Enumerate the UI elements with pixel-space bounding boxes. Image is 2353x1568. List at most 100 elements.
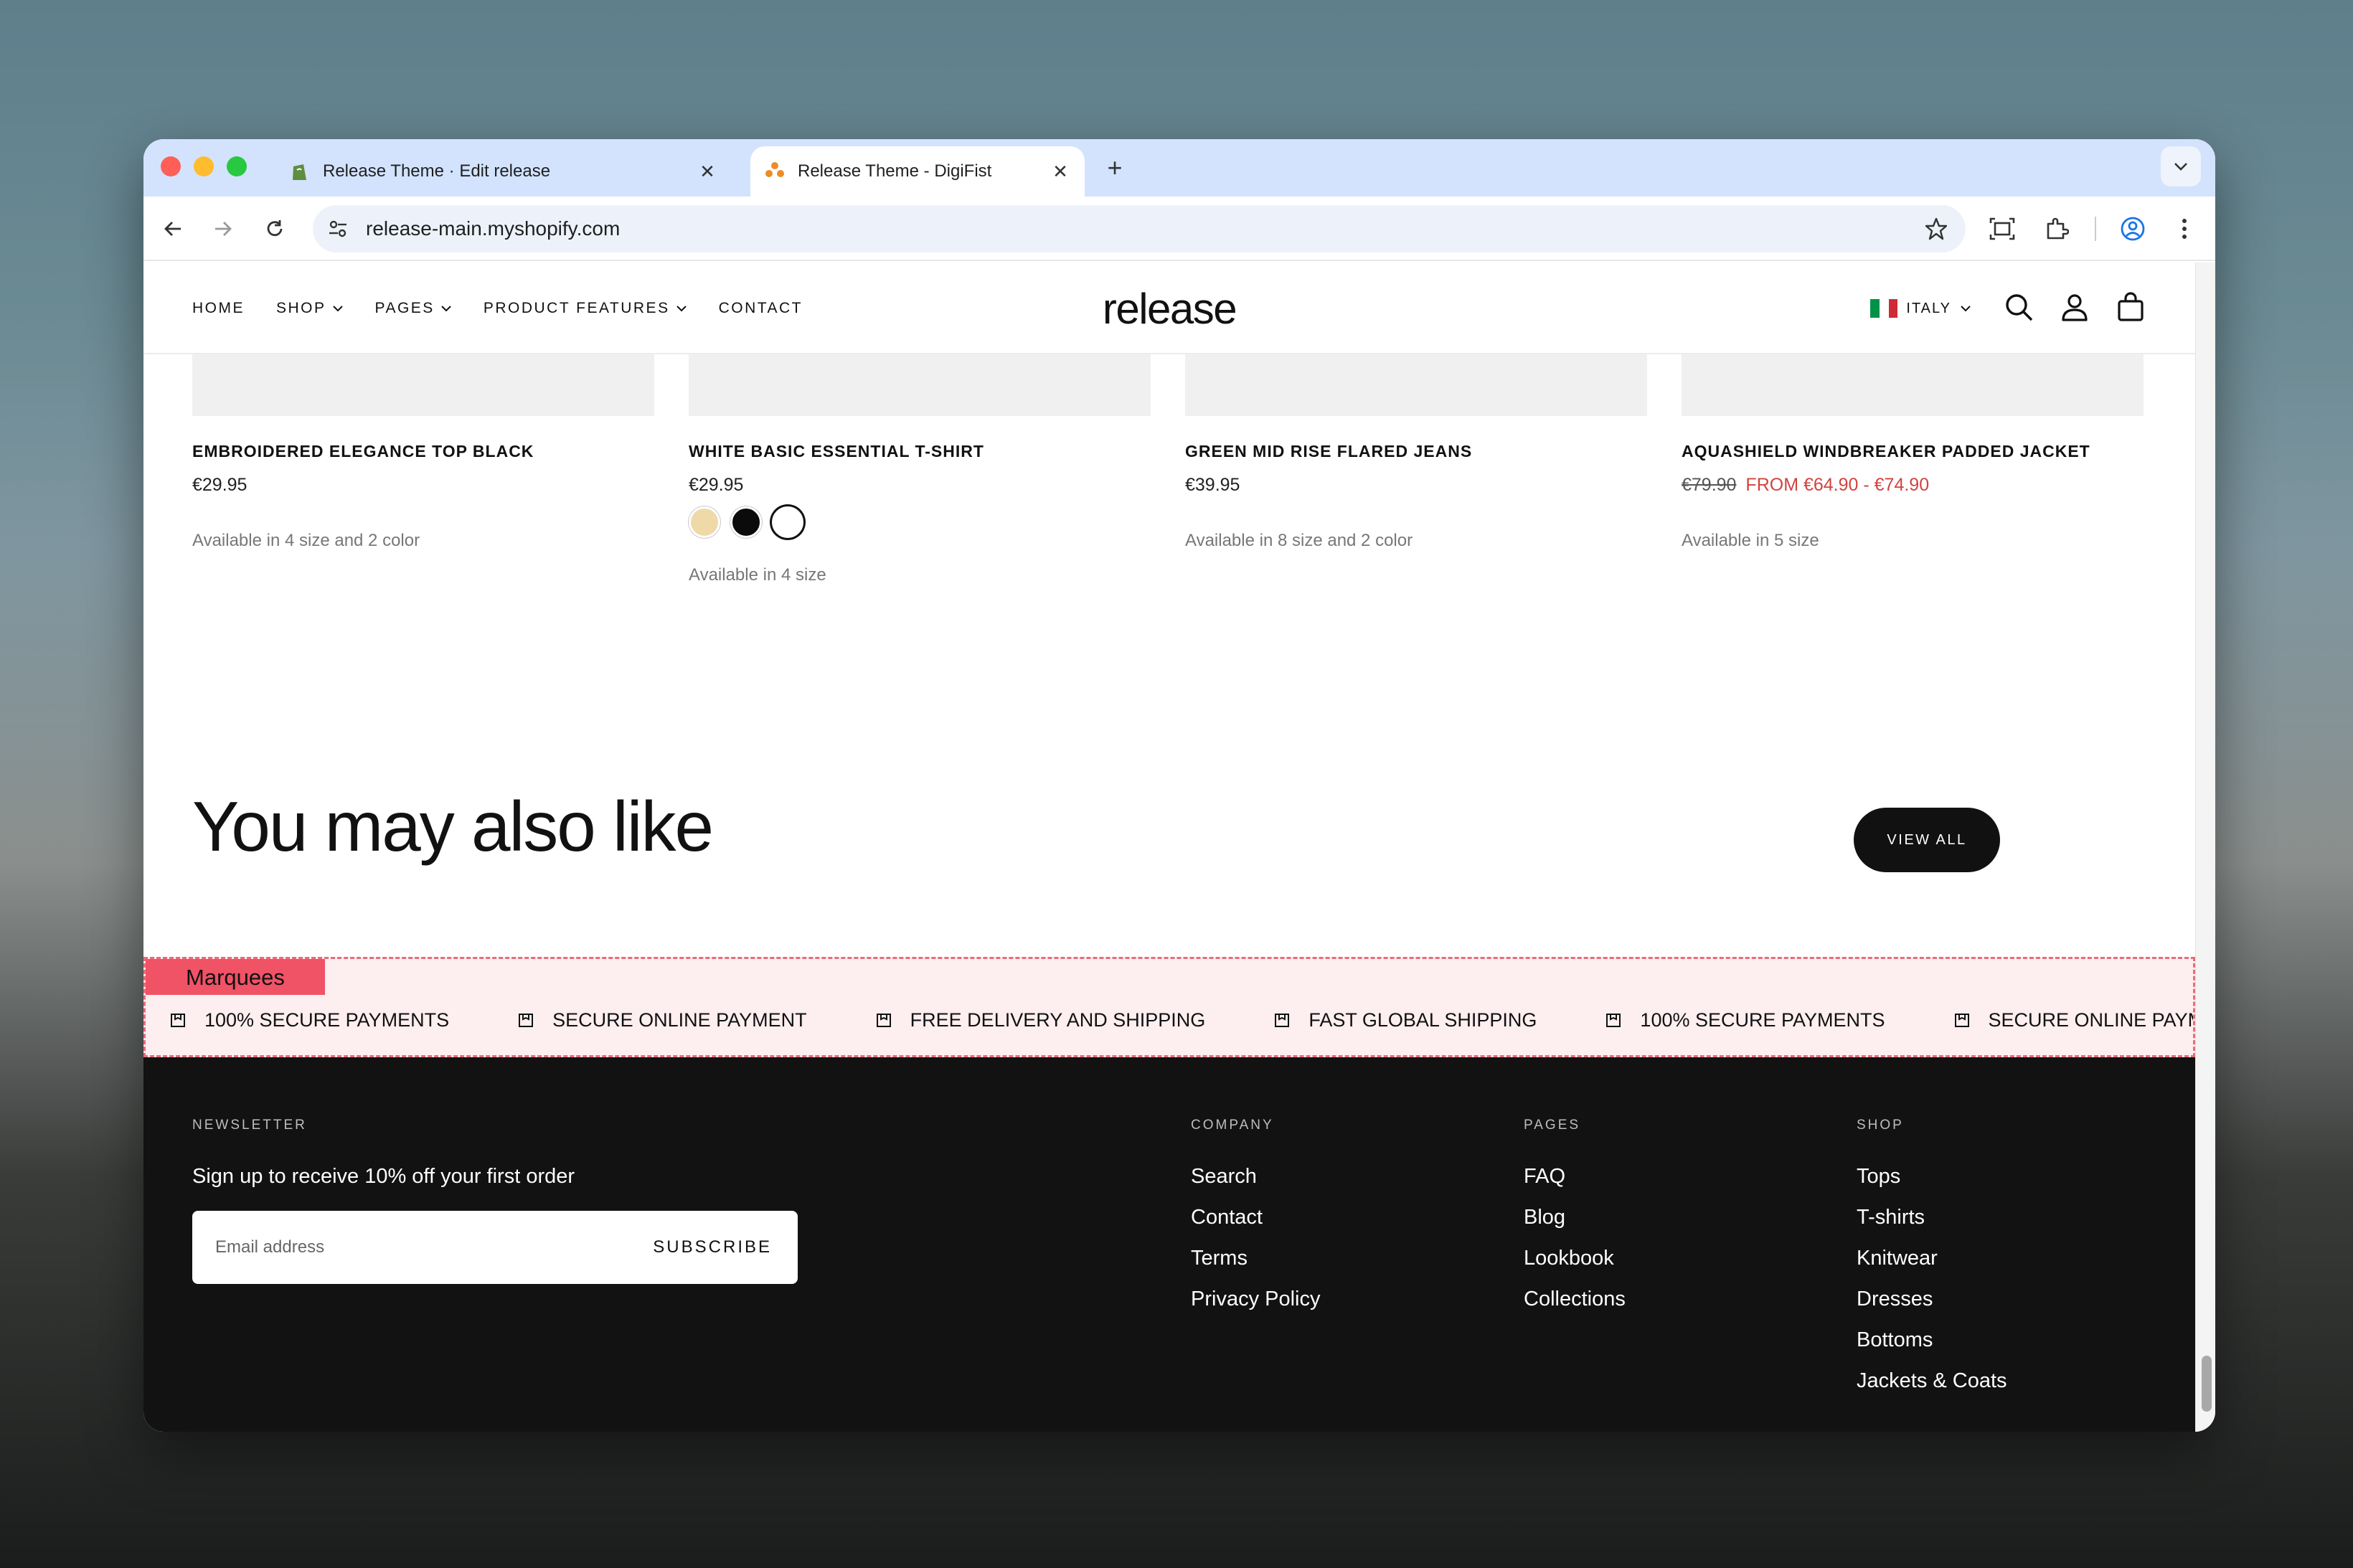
marquee-track: 100% SECURE PAYMENTS SECURE ONLINE PAYME… [170, 1002, 2193, 1038]
close-tab-icon[interactable]: ✕ [1046, 161, 1075, 183]
browser-menu-button[interactable] [2168, 212, 2201, 245]
footer-link[interactable]: T-shirts [1857, 1203, 2007, 1244]
chevron-down-icon [676, 306, 687, 312]
extensions-button[interactable] [2040, 212, 2073, 245]
product-name[interactable]: GREEN MID RISE FLARED JEANS [1185, 442, 1472, 461]
nav-shop[interactable]: SHOP [276, 300, 344, 317]
footer-link[interactable]: Collections [1524, 1285, 1626, 1326]
footer-link[interactable]: Search [1191, 1162, 1321, 1203]
new-tab-button[interactable]: + [1099, 152, 1131, 184]
box-icon [171, 1014, 185, 1027]
zoom-window-button[interactable] [227, 156, 247, 176]
footer-link[interactable]: FAQ [1524, 1162, 1626, 1203]
marquee-item: FREE DELIVERY AND SHIPPING [876, 1009, 1206, 1031]
marquee-text: FREE DELIVERY AND SHIPPING [910, 1009, 1206, 1031]
nav-label: SHOP [276, 300, 326, 316]
marquee-text: SECURE ONLINE PAYMENT [552, 1009, 807, 1031]
country-selector[interactable]: ITALY [1870, 299, 1971, 318]
reload-button[interactable] [258, 212, 291, 245]
country-label: ITALY [1906, 300, 1951, 316]
product-price: €39.95 [1185, 475, 1240, 495]
product-price: €29.95 [192, 475, 247, 495]
footer-link[interactable]: Dresses [1857, 1285, 2007, 1326]
back-button[interactable] [156, 212, 189, 245]
swatch-white[interactable] [772, 506, 803, 538]
product-name[interactable]: WHITE BASIC ESSENTIAL T-SHIRT [689, 442, 984, 461]
puzzle-icon [2047, 217, 2069, 240]
site-footer: NEWSLETTER Sign up to receive 10% off yo… [143, 1057, 2195, 1432]
cart-icon[interactable] [2115, 291, 2146, 326]
view-all-button[interactable]: VIEW ALL [1854, 808, 2000, 872]
newsletter-form: SUBSCRIBE [192, 1211, 798, 1284]
page-scrollbar[interactable] [2195, 263, 2215, 1432]
more-vertical-icon [2182, 219, 2187, 239]
footer-link[interactable]: Lookbook [1524, 1244, 1626, 1285]
chevron-down-icon [441, 306, 451, 312]
toolbar-divider [2095, 217, 2096, 241]
close-window-button[interactable] [161, 156, 181, 176]
tab-search-button[interactable] [2161, 146, 2201, 186]
footer-link[interactable]: Tops [1857, 1162, 2007, 1203]
email-input[interactable] [215, 1211, 588, 1284]
marquee-text: FAST GLOBAL SHIPPING [1308, 1009, 1537, 1031]
footer-link[interactable]: Jackets & Coats [1857, 1366, 2007, 1407]
footer-link[interactable]: Blog [1524, 1203, 1626, 1244]
close-tab-icon[interactable]: ✕ [693, 161, 722, 183]
marquee-section: Marquees 100% SECURE PAYMENTS SECURE ONL… [143, 957, 2195, 1057]
section-heading: You may also like [192, 787, 714, 866]
subscribe-button[interactable]: SUBSCRIBE [653, 1211, 772, 1284]
screen-capture-button[interactable] [1986, 212, 2019, 245]
footer-link[interactable]: Privacy Policy [1191, 1285, 1321, 1326]
account-icon[interactable] [2059, 291, 2090, 326]
old-price: €79.90 [1682, 475, 1737, 495]
site-settings-icon[interactable] [327, 218, 349, 243]
screen-capture-icon [1989, 217, 2015, 240]
scrollbar-thumb[interactable] [2202, 1356, 2212, 1412]
nav-contact[interactable]: CONTACT [719, 300, 803, 317]
product-availability: Available in 4 size and 2 color [192, 531, 420, 550]
reload-icon [267, 220, 283, 237]
swatch-black[interactable] [730, 506, 762, 538]
footer-link[interactable]: Contact [1191, 1203, 1321, 1244]
profile-button[interactable] [2116, 212, 2149, 245]
product-availability: Available in 5 size [1682, 531, 1819, 550]
tab-title: Release Theme - DigiFist [798, 161, 992, 181]
product-availability: Available in 8 size and 2 color [1185, 531, 1413, 550]
nav-product-features[interactable]: PRODUCT FEATURES [484, 300, 687, 317]
profile-icon [2121, 217, 2145, 241]
pages-heading: PAGES [1524, 1118, 1581, 1133]
browser-tab[interactable]: Release Theme · Edit release ✕ [273, 146, 732, 197]
italy-flag-icon [1870, 299, 1898, 318]
box-icon [876, 1014, 891, 1027]
box-icon [1606, 1014, 1621, 1027]
pages-links: FAQ Blog Lookbook Collections [1524, 1162, 1626, 1326]
browser-window: Release Theme · Edit release ✕ Release T… [143, 139, 2215, 1432]
marquee-tag: Marquees [146, 959, 325, 995]
marquee-item: SECURE ONLINE PAYMENT [1954, 1009, 2193, 1031]
footer-link[interactable]: Terms [1191, 1244, 1321, 1285]
address-bar[interactable]: release-main.myshopify.com [313, 205, 1966, 252]
marquee-text: SECURE ONLINE PAYMENT [1988, 1009, 2193, 1031]
bookmark-star-icon[interactable] [1924, 217, 1948, 245]
nav-label: HOME [192, 300, 245, 316]
nav-home[interactable]: HOME [192, 300, 245, 317]
chevron-down-icon [1961, 306, 1971, 312]
digifist-icon [765, 161, 785, 181]
shop-heading: SHOP [1857, 1118, 1904, 1133]
product-name[interactable]: AQUASHIELD WINDBREAKER PADDED JACKET [1682, 442, 2090, 461]
product-price: €29.95 [689, 475, 744, 495]
marquee-item: SECURE ONLINE PAYMENT [518, 1009, 807, 1031]
search-icon[interactable] [2003, 291, 2034, 326]
minimize-window-button[interactable] [194, 156, 214, 176]
nav-pages[interactable]: PAGES [375, 300, 452, 317]
chevron-down-icon [332, 306, 343, 312]
product-name[interactable]: EMBROIDERED ELEGANCE TOP BLACK [192, 442, 534, 461]
header-actions: ITALY [1870, 263, 2146, 354]
arrow-right-icon [215, 222, 232, 236]
footer-link[interactable]: Knitwear [1857, 1244, 2007, 1285]
sale-price: FROM €64.90 - €74.90 [1745, 475, 1930, 495]
footer-link[interactable]: Bottoms [1857, 1326, 2007, 1366]
browser-tab-active[interactable]: Release Theme - DigiFist ✕ [750, 146, 1085, 197]
forward-button[interactable] [207, 212, 240, 245]
swatch-beige[interactable] [689, 506, 720, 538]
